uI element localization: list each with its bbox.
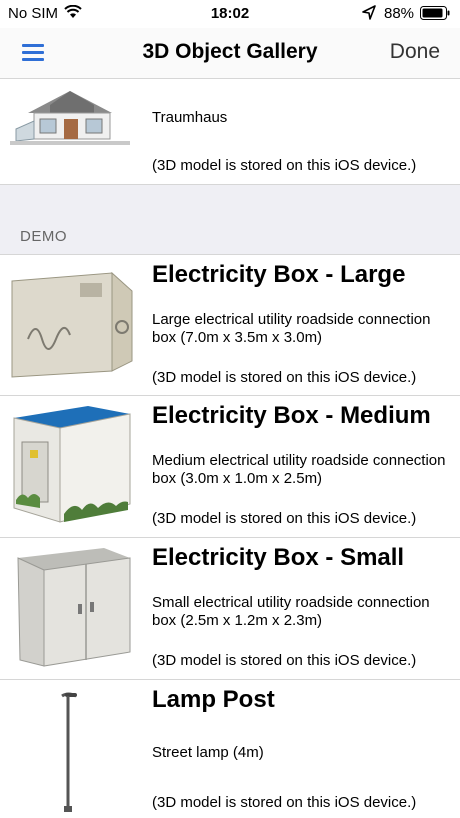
item-description: Street lamp (4m)	[152, 744, 264, 761]
status-bar: No SIM 18:02 88%	[0, 0, 460, 28]
lamp-post-thumbnail	[61, 692, 77, 812]
storage-note: (3D model is stored on this iOS device.)	[152, 510, 417, 527]
item-description: Small electrical utility roadside connec…	[152, 594, 430, 629]
list-item-electricity-box-large[interactable]: Electricity Box - Large Large electrical…	[0, 254, 460, 396]
electricity-box-small-thumbnail	[17, 548, 131, 667]
storage-note: (3D model is stored on this iOS device.)	[152, 794, 417, 811]
list-item-electricity-box-medium[interactable]: Electricity Box - Medium Medium electric…	[0, 396, 460, 537]
list-item-electricity-box-small[interactable]: Electricity Box - Small Small electrical…	[0, 538, 460, 679]
done-button[interactable]: Done	[390, 40, 440, 64]
list-item-lamp-post[interactable]: Lamp Post Street lamp (4m) (3D model is …	[0, 680, 460, 818]
list-item-traumhaus[interactable]: Traumhaus (3D model is stored on this iO…	[0, 79, 460, 184]
item-title: Lamp Post	[152, 686, 275, 713]
item-title: Electricity Box - Small	[152, 544, 405, 571]
item-title: Electricity Box - Large	[152, 261, 406, 288]
house-thumbnail	[10, 91, 130, 145]
section-header-demo: DEMO	[0, 184, 460, 255]
storage-note: (3D model is stored on this iOS device.)	[152, 369, 417, 386]
storage-note: (3D model is stored on this iOS device.)	[152, 652, 417, 669]
section-label: DEMO	[20, 228, 67, 245]
item-description: Medium electrical utility roadside conne…	[152, 452, 446, 487]
electricity-box-large-thumbnail	[11, 271, 133, 378]
battery-percent: 88%	[384, 5, 415, 22]
location-arrow-icon	[362, 5, 376, 20]
item-description: Large electrical utility roadside connec…	[152, 311, 431, 346]
item-title: Electricity Box - Medium	[152, 402, 431, 429]
electricity-box-medium-thumbnail	[13, 406, 131, 523]
item-name: Traumhaus	[152, 109, 228, 126]
storage-note: (3D model is stored on this iOS device.)	[152, 157, 417, 174]
battery-icon	[420, 6, 450, 20]
navigation-bar: 3D Object Gallery Done	[0, 28, 460, 79]
